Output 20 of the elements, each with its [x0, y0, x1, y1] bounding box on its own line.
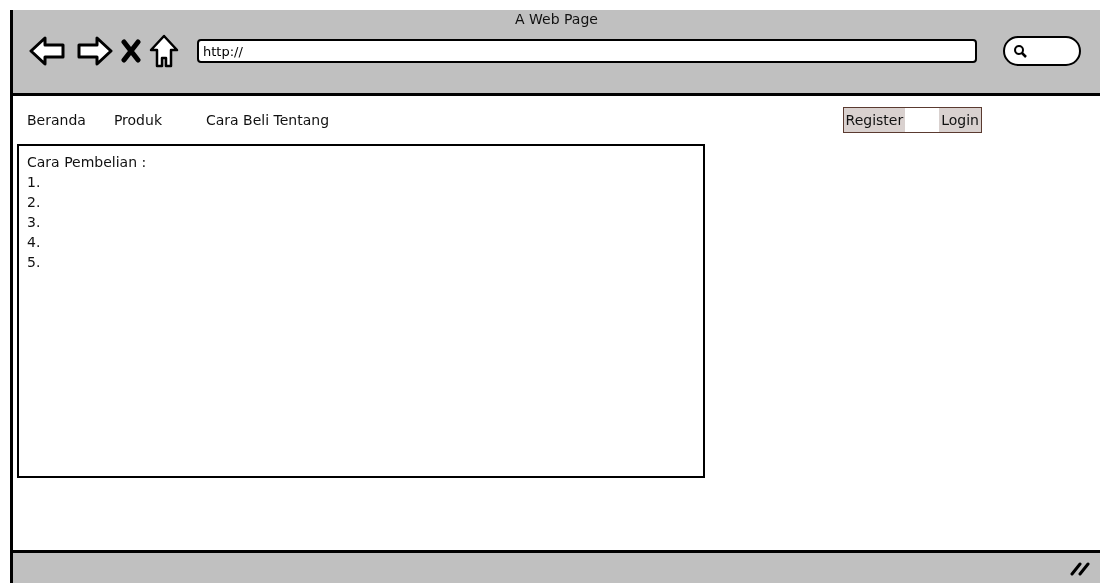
home-icon[interactable] [149, 34, 179, 68]
list-item: 1. [27, 173, 42, 192]
search-icon [1013, 44, 1027, 58]
list-item: 4. [27, 233, 42, 252]
content-heading: Cara Pembelian : [27, 153, 148, 172]
resize-grip-icon [1070, 560, 1092, 576]
auth-button[interactable]: Login [939, 108, 981, 132]
nav-link[interactable]: Cara Beli Tentang [206, 112, 330, 128]
nav-link[interactable]: Beranda [27, 112, 86, 128]
close-icon[interactable] [121, 39, 141, 63]
nav-link[interactable]: Produk [113, 112, 162, 128]
window-title: A Web Page [515, 10, 598, 28]
forward-icon[interactable] [75, 35, 113, 67]
address-field[interactable]: http:// [197, 39, 977, 63]
back-icon[interactable] [29, 35, 67, 67]
list-item: 2. [27, 193, 42, 212]
list-item: 3. [27, 213, 42, 232]
auth-button[interactable]: Register [843, 108, 906, 132]
search-field[interactable] [1003, 36, 1081, 66]
list-item: 5. [27, 253, 42, 272]
